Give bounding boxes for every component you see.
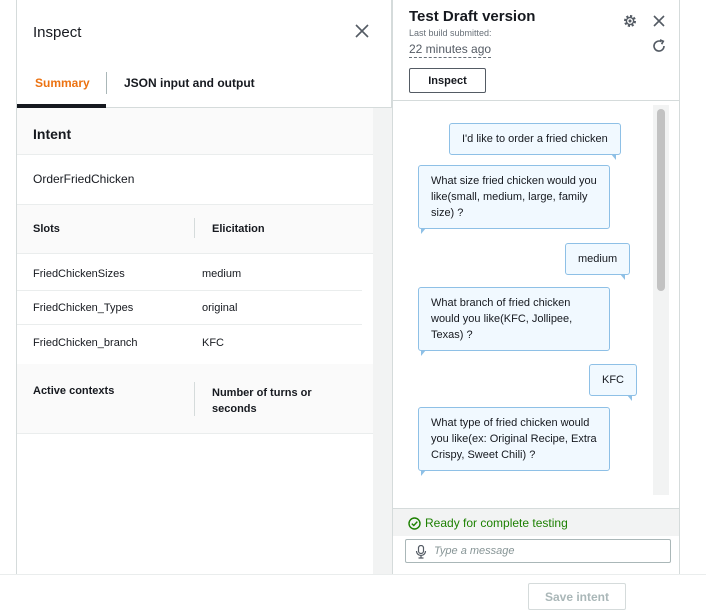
slot-value: medium — [202, 268, 242, 280]
chat-transcript: I'd like to order a fried chicken What s… — [393, 101, 679, 497]
inspect-panel: Inspect Summary JSON input and output In… — [16, 0, 392, 574]
user-message: medium — [565, 243, 631, 280]
microphone-icon[interactable] — [415, 545, 427, 559]
tab-json-input-output[interactable]: JSON input and output — [124, 76, 255, 90]
refresh-icon[interactable] — [651, 38, 667, 54]
tab-summary[interactable]: Summary — [35, 76, 90, 90]
close-icon[interactable] — [353, 22, 371, 40]
test-panel-title: Test Draft version — [409, 8, 536, 25]
inspect-title: Inspect — [33, 24, 82, 41]
bot-message: What size fried chicken would you like(s… — [418, 165, 610, 234]
gear-icon[interactable] — [622, 13, 638, 29]
table-row: FriedChicken_Types original — [17, 291, 362, 325]
contexts-table-header: Active contexts Number of turns or secon… — [17, 364, 373, 434]
inspect-header: Inspect — [17, 0, 391, 64]
footer-bar: Save intent — [0, 574, 706, 610]
column-divider — [194, 218, 195, 238]
bot-message: What type of fried chicken would you lik… — [418, 407, 610, 476]
inspect-scrollbar[interactable] — [373, 108, 392, 574]
column-divider — [194, 382, 195, 416]
status-bar: Ready for complete testing — [393, 508, 679, 536]
tab-divider — [106, 72, 107, 94]
intent-section-header: Intent — [17, 108, 373, 155]
inspect-button[interactable]: Inspect — [409, 68, 486, 93]
save-intent-button[interactable]: Save intent — [528, 583, 626, 610]
check-circle-icon — [408, 517, 421, 530]
summary-content: Intent OrderFriedChicken Slots Elicitati… — [17, 108, 373, 574]
slot-value: KFC — [202, 337, 224, 349]
close-icon[interactable] — [652, 14, 666, 28]
user-message: I'd like to order a fried chicken — [449, 123, 621, 160]
slot-name: FriedChicken_branch — [33, 337, 138, 349]
slot-name: FriedChickenSizes — [33, 268, 125, 280]
last-build-label: Last build submitted: — [409, 28, 492, 38]
active-contexts-column-header: Active contexts — [33, 385, 115, 397]
slots-column-header: Slots — [33, 223, 60, 235]
chat-scrollbar-thumb[interactable] — [657, 109, 665, 291]
intent-heading: Intent — [33, 126, 72, 142]
bot-message: What branch of fried chicken would you l… — [418, 287, 610, 356]
page-margin — [680, 0, 706, 574]
slot-value: original — [202, 302, 238, 314]
message-input[interactable] — [434, 542, 664, 560]
inspect-tabs: Summary JSON input and output — [17, 64, 391, 108]
intent-value: OrderFriedChicken — [33, 172, 135, 186]
last-build-time: 22 minutes ago — [409, 42, 492, 58]
status-text: Ready for complete testing — [425, 516, 568, 530]
slot-name: FriedChicken_Types — [33, 302, 134, 314]
elicitation-column-header: Elicitation — [212, 223, 265, 235]
table-row: FriedChicken_branch KFC — [17, 326, 362, 360]
test-panel: Test Draft version Last build submitted:… — [392, 0, 680, 574]
table-row: FriedChickenSizes medium — [17, 257, 362, 291]
slots-table-header: Slots Elicitation — [17, 204, 373, 254]
message-input-container[interactable] — [405, 539, 671, 563]
turns-column-header: Number of turns or seconds — [212, 387, 312, 415]
user-message: KFC — [589, 364, 637, 401]
